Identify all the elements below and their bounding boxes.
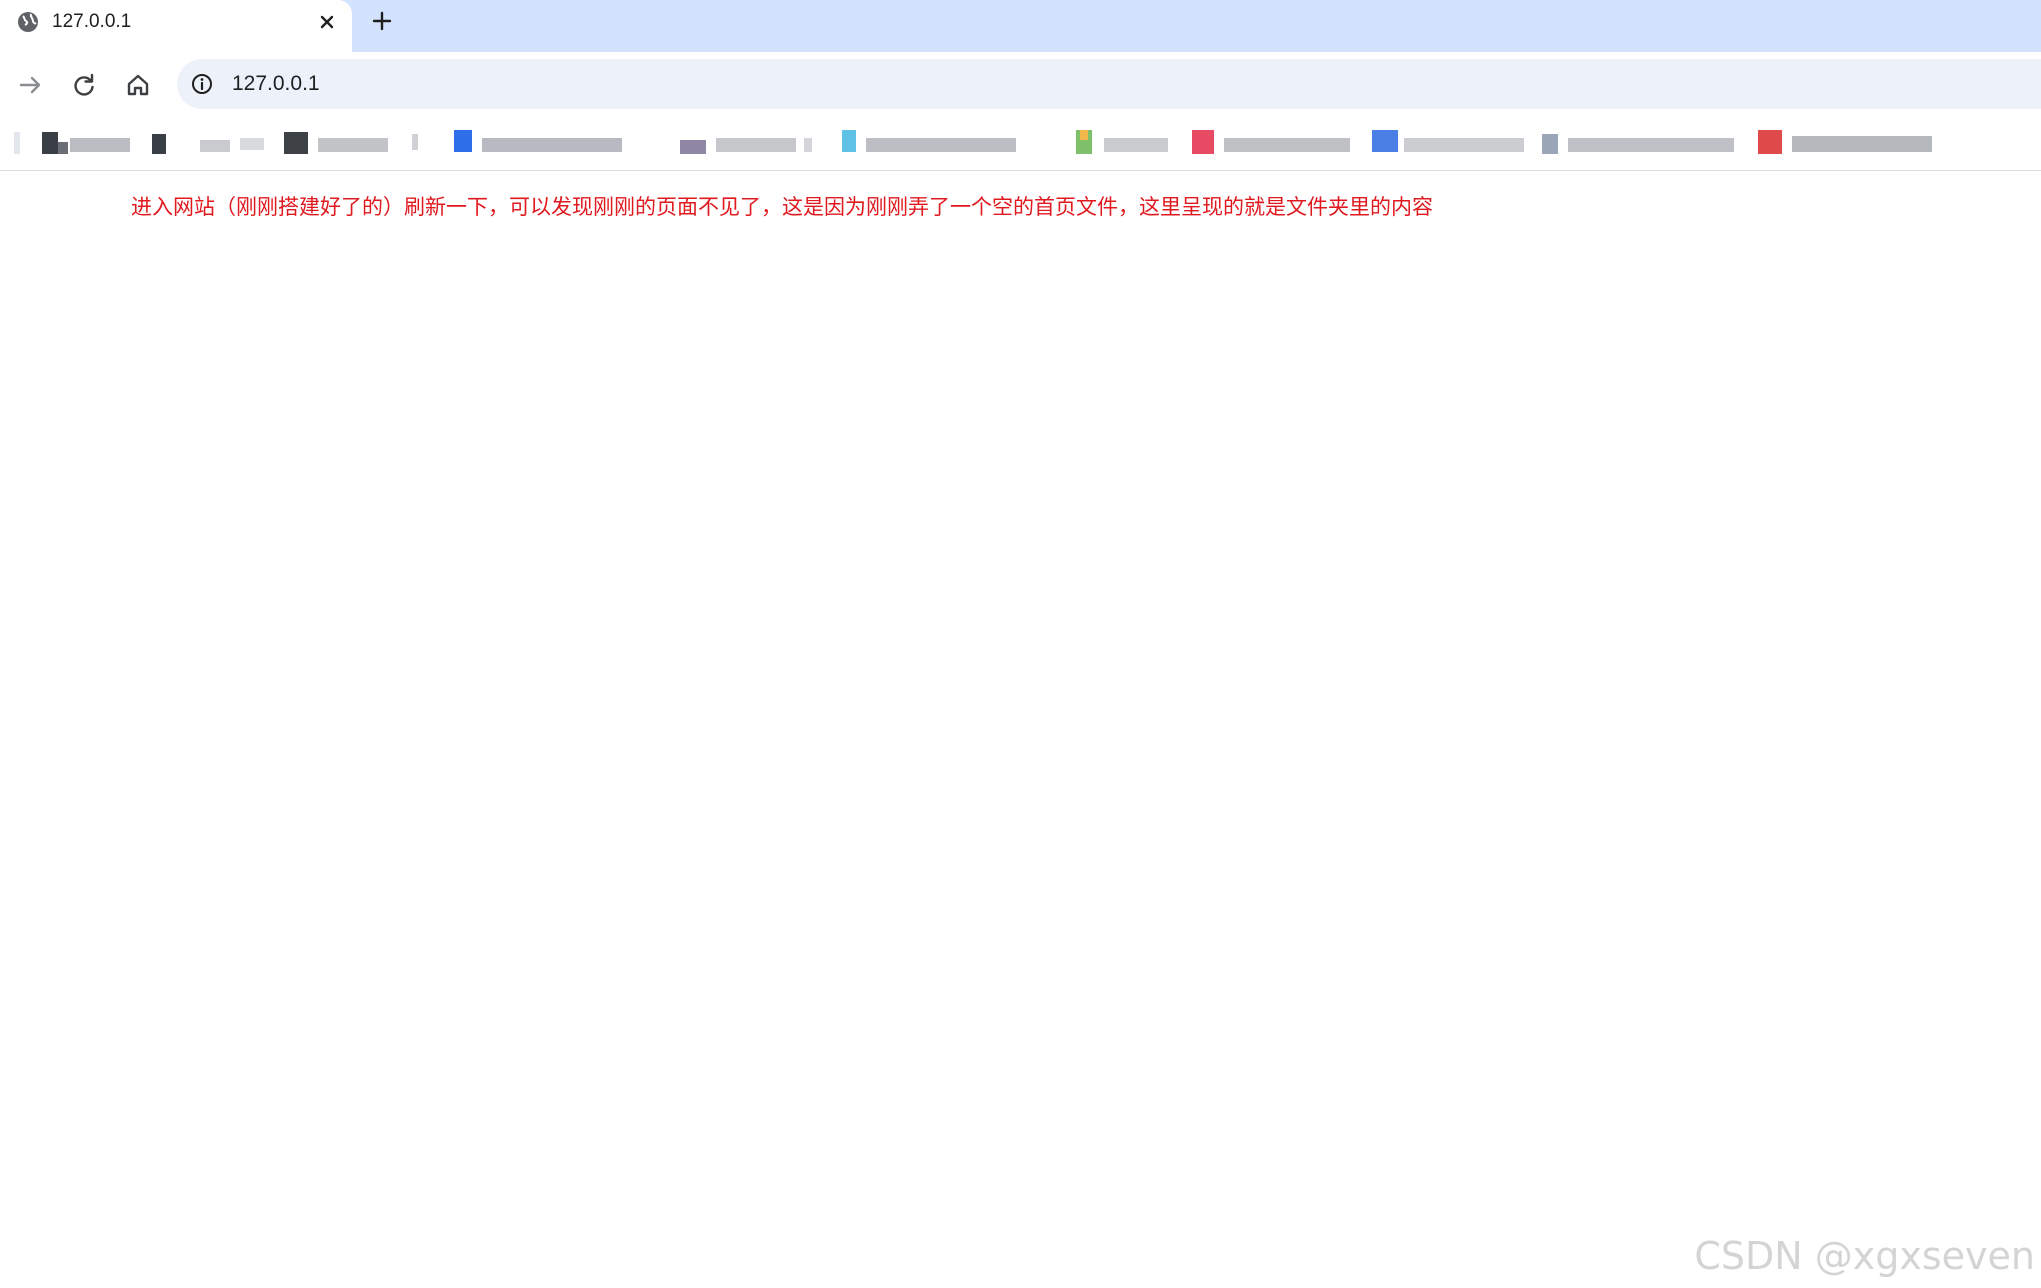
close-icon[interactable] [314, 9, 340, 35]
forward-button[interactable] [14, 69, 46, 101]
bookmark-item[interactable] [40, 128, 265, 158]
watermark: CSDN @xgxseven [1694, 1234, 2035, 1278]
browser-toolbar: 127.0.0.1 [0, 52, 2041, 116]
address-bar[interactable]: 127.0.0.1 [177, 59, 2041, 109]
annotation-text: 进入网站（刚刚搭建好了的）刷新一下，可以发现刚刚的页面不见了，这是因为刚刚弄了一… [131, 195, 1433, 219]
bookmark-item[interactable] [452, 128, 628, 158]
page-content: 进入网站（刚刚搭建好了的）刷新一下，可以发现刚刚的页面不见了，这是因为刚刚弄了一… [0, 171, 2041, 1288]
globe-icon [18, 12, 38, 32]
bookmark-item[interactable] [14, 128, 22, 158]
bookmark-item[interactable] [1756, 128, 1938, 158]
bookmark-item[interactable] [1074, 128, 1174, 158]
bookmarks-bar [0, 116, 2041, 171]
bookmark-item[interactable] [282, 128, 422, 158]
reload-button[interactable] [68, 69, 100, 101]
tab-strip: 127.0.0.1 [0, 0, 2041, 52]
bookmark-item[interactable] [1190, 128, 1356, 158]
home-button[interactable] [122, 69, 154, 101]
bookmark-item[interactable] [678, 128, 814, 158]
bookmark-item[interactable] [840, 128, 1024, 158]
bookmark-item[interactable] [1540, 128, 1738, 158]
bookmark-item[interactable] [1370, 128, 1530, 158]
url-text: 127.0.0.1 [232, 72, 320, 95]
tab-title: 127.0.0.1 [52, 11, 132, 32]
new-tab-button[interactable] [367, 6, 397, 36]
info-icon[interactable] [189, 71, 215, 97]
tab-active[interactable]: 127.0.0.1 [0, 0, 352, 52]
